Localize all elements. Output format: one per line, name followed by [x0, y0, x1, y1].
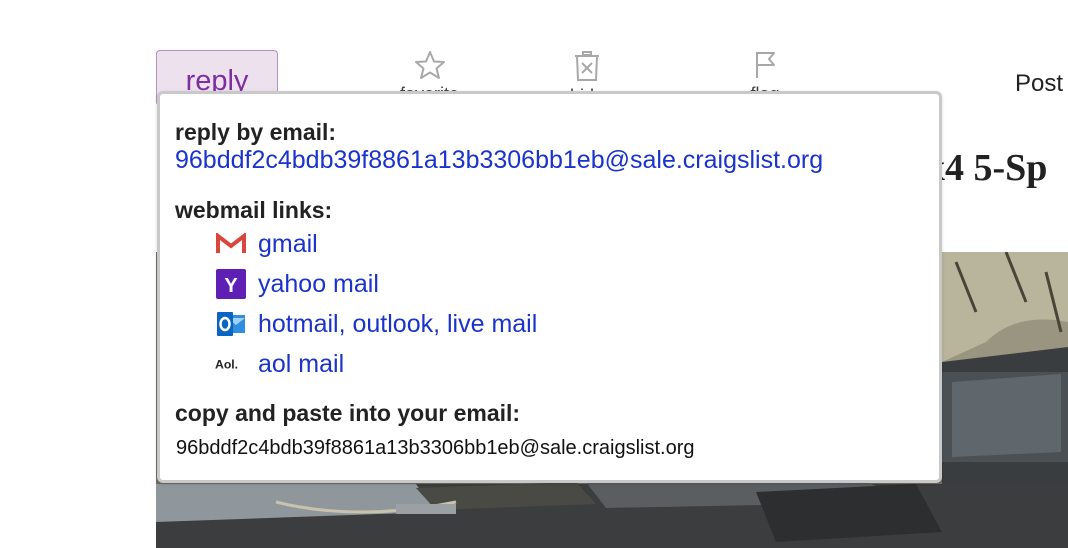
posted-label: Post	[1015, 70, 1064, 97]
outlook-icon	[215, 309, 247, 339]
flag-icon	[750, 50, 780, 80]
gmail-icon	[215, 229, 247, 259]
aol-mail-link[interactable]: aol mail	[258, 350, 344, 379]
reply-by-email-label: reply by email:	[175, 119, 337, 145]
webmail-item-outlook[interactable]: hotmail, outlook, live mail	[215, 309, 537, 339]
star-icon	[414, 50, 446, 80]
yahoo-mail-link[interactable]: yahoo mail	[258, 270, 379, 299]
aol-icon: Aol.	[215, 349, 247, 379]
webmail-item-gmail[interactable]: gmail	[215, 229, 318, 259]
trash-icon	[572, 50, 602, 82]
gmail-link[interactable]: gmail	[258, 230, 318, 259]
copy-paste-label: copy and paste into your email:	[175, 400, 521, 426]
svg-text:Aol.: Aol.	[215, 358, 238, 372]
outlook-mail-link[interactable]: hotmail, outlook, live mail	[258, 310, 537, 339]
webmail-item-yahoo[interactable]: Y yahoo mail	[215, 269, 379, 299]
copy-email-text[interactable]: 96bddf2c4bdb39f8861a13b3306bb1eb@sale.cr…	[176, 437, 695, 460]
svg-text:Y: Y	[224, 275, 238, 297]
reply-email-link[interactable]: 96bddf2c4bdb39f8861a13b3306bb1eb@sale.cr…	[175, 146, 823, 175]
webmail-item-aol[interactable]: Aol. aol mail	[215, 349, 344, 379]
listing-page: reply favorite hide flag	[0, 0, 1068, 548]
yahoo-icon: Y	[215, 269, 247, 299]
webmail-links-label: webmail links:	[175, 197, 333, 223]
listing-title: x4 5-Sp	[926, 147, 1048, 189]
reply-popup: reply by email: 96bddf2c4bdb39f8861a13b3…	[157, 91, 942, 483]
